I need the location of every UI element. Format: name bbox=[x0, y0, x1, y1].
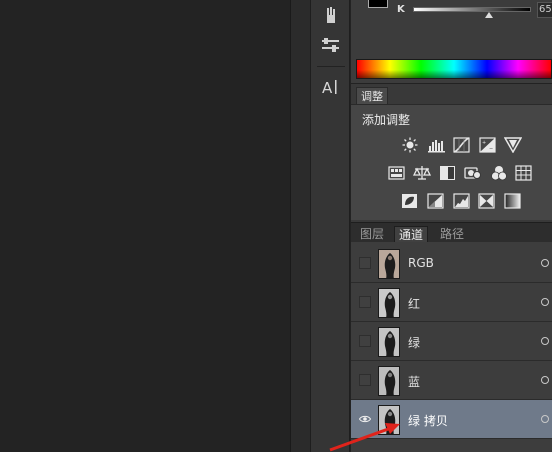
dock-separator bbox=[317, 66, 345, 67]
channel-thumbnail bbox=[378, 366, 400, 396]
brightness-contrast-icon[interactable] bbox=[401, 137, 419, 153]
adjustments-title: 添加调整 bbox=[362, 113, 411, 127]
channel-row-blue[interactable]: 蓝 bbox=[351, 361, 552, 400]
tab-channels[interactable]: 通道 bbox=[394, 226, 429, 243]
eye-icon[interactable] bbox=[358, 413, 372, 425]
tool-presets-icon[interactable] bbox=[319, 34, 343, 56]
channel-row-rgb[interactable]: RGB bbox=[351, 244, 552, 283]
k-slider-thumb[interactable] bbox=[485, 12, 493, 18]
channel-name: 蓝 bbox=[408, 375, 421, 389]
posterize-icon[interactable] bbox=[427, 193, 445, 209]
right-panel: K 65 调整 添加调整 + − 图层 通道 路径 RGB 红 绿 蓝 绿 拷贝 bbox=[351, 0, 552, 452]
channel-options-circle[interactable] bbox=[541, 298, 549, 306]
channel-thumbnail bbox=[378, 327, 400, 357]
photoshop-window: A K 65 调整 添加调整 + − 图层 通道 路径 RGB 红 绿 蓝 绿 … bbox=[0, 0, 552, 452]
channel-name: 绿 拷贝 bbox=[408, 414, 448, 428]
channel-row-green-copy[interactable]: 绿 拷贝 bbox=[351, 400, 552, 439]
panel-divider[interactable] bbox=[290, 0, 310, 452]
tab-adjustments[interactable]: 调整 bbox=[356, 87, 388, 104]
invert-icon[interactable] bbox=[401, 193, 419, 209]
layer-panel-tabs: 图层 通道 路径 bbox=[351, 222, 552, 243]
color-spectrum-bar[interactable] bbox=[356, 59, 552, 79]
photo-filter-icon[interactable] bbox=[464, 165, 482, 181]
channel-thumbnail bbox=[378, 249, 400, 279]
channel-options-circle[interactable] bbox=[541, 337, 549, 345]
visibility-toggle[interactable] bbox=[359, 257, 371, 269]
svg-text:−: − bbox=[489, 146, 493, 152]
channel-name: 绿 bbox=[408, 336, 421, 350]
brush-presets-icon[interactable] bbox=[319, 4, 343, 26]
channel-row-red[interactable]: 红 bbox=[351, 283, 552, 322]
channel-options-circle[interactable] bbox=[541, 415, 549, 423]
k-slider-track[interactable] bbox=[413, 7, 531, 12]
channel-mixer-icon[interactable] bbox=[490, 165, 508, 181]
panel-dock-strip: A bbox=[310, 0, 350, 452]
svg-text:+: + bbox=[482, 140, 486, 146]
vibrance-icon[interactable] bbox=[504, 137, 522, 153]
black-white-icon[interactable] bbox=[439, 165, 457, 181]
visibility-toggle[interactable] bbox=[359, 374, 371, 386]
adjustments-panel: 添加调整 + − bbox=[351, 104, 552, 220]
foreground-color-swatch[interactable] bbox=[368, 0, 388, 8]
exposure-icon[interactable]: + − bbox=[479, 137, 497, 153]
channel-name: RGB bbox=[408, 256, 434, 270]
color-balance-icon[interactable] bbox=[413, 165, 431, 181]
gradient-map-icon[interactable] bbox=[504, 193, 522, 209]
channel-thumbnail bbox=[378, 405, 400, 435]
selective-color-icon[interactable] bbox=[478, 193, 496, 209]
tab-paths[interactable]: 路径 bbox=[436, 226, 468, 243]
svg-text:A: A bbox=[322, 79, 333, 96]
visibility-toggle[interactable] bbox=[359, 335, 371, 347]
color-lookup-icon[interactable] bbox=[515, 165, 533, 181]
tab-layers[interactable]: 图层 bbox=[356, 226, 388, 243]
color-panel: K 65 bbox=[351, 0, 552, 84]
channel-name: 红 bbox=[408, 297, 421, 311]
channel-label: K bbox=[397, 4, 405, 15]
channel-row-green[interactable]: 绿 bbox=[351, 322, 552, 361]
hue-saturation-icon[interactable] bbox=[388, 165, 406, 181]
k-value-field[interactable]: 65 bbox=[537, 2, 552, 18]
curves-icon[interactable] bbox=[453, 137, 471, 153]
character-panel-icon[interactable]: A bbox=[319, 76, 343, 98]
channel-options-circle[interactable] bbox=[541, 259, 549, 267]
visibility-toggle[interactable] bbox=[359, 296, 371, 308]
levels-icon[interactable] bbox=[428, 137, 446, 153]
channel-options-circle[interactable] bbox=[541, 376, 549, 384]
document-canvas[interactable] bbox=[0, 0, 290, 452]
channel-thumbnail bbox=[378, 288, 400, 318]
threshold-icon[interactable] bbox=[453, 193, 471, 209]
channels-list: RGB 红 绿 蓝 绿 拷贝 bbox=[351, 242, 552, 452]
